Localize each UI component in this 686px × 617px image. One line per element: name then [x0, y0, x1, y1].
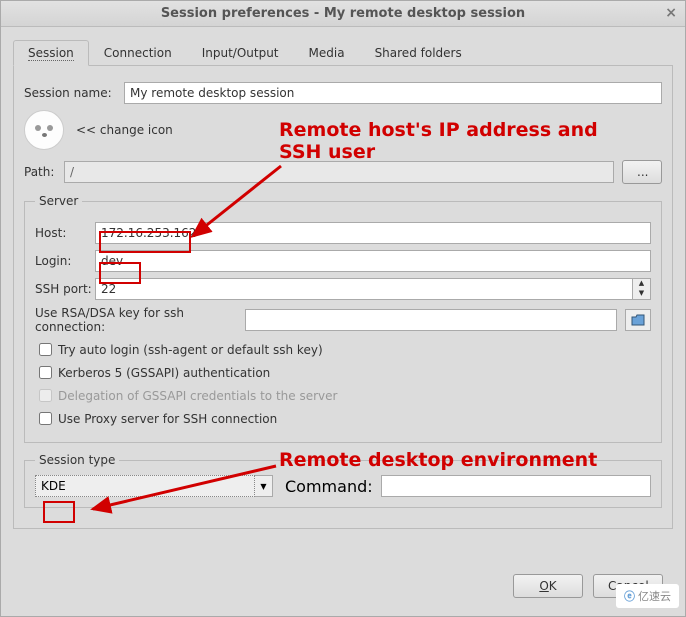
session-type-fieldset: Session type KDE ▼ Command: [24, 453, 662, 508]
watermark-logo-icon: ⓔ [624, 590, 635, 603]
ok-button[interactable]: OK [513, 574, 583, 598]
window-title: Session preferences - My remote desktop … [161, 6, 525, 21]
dialog-window: Session preferences - My remote desktop … [0, 0, 686, 617]
session-type-legend: Session type [35, 453, 119, 467]
sshport-down-icon[interactable]: ▼ [633, 289, 650, 299]
title-bar: Session preferences - My remote desktop … [1, 1, 685, 27]
login-label: Login: [35, 254, 95, 268]
rsa-label: Use RSA/DSA key for ssh connection: [35, 306, 245, 334]
sshport-label: SSH port: [35, 282, 95, 296]
server-fieldset: Server Host: Login: SSH port: ▲▼ [24, 194, 662, 443]
session-pane: Session name: << change icon Path: ... S… [13, 66, 673, 529]
cb-proxy-label: Use Proxy server for SSH connection [58, 412, 277, 426]
tab-connection[interactable]: Connection [89, 40, 187, 66]
path-browse-button[interactable]: ... [622, 160, 662, 184]
cb-kerberos[interactable] [39, 366, 52, 379]
cb-gssapi-delegation-label: Delegation of GSSAPI credentials to the … [58, 389, 337, 403]
login-input[interactable] [95, 250, 651, 272]
change-icon-link[interactable]: << change icon [76, 123, 173, 137]
session-name-label: Session name: [24, 86, 124, 100]
session-name-input[interactable] [124, 82, 662, 104]
session-icon[interactable] [24, 110, 64, 150]
tab-input-output[interactable]: Input/Output [187, 40, 294, 66]
server-legend: Server [35, 194, 82, 208]
sshport-spinner[interactable]: ▲▼ [95, 278, 651, 300]
path-input [64, 161, 614, 183]
watermark: ⓔ亿速云 [616, 584, 679, 608]
sshport-up-icon[interactable]: ▲ [633, 279, 650, 289]
session-type-combo[interactable]: KDE [35, 475, 255, 497]
command-input[interactable] [381, 475, 651, 497]
host-input[interactable] [95, 222, 651, 244]
session-type-dropdown-icon[interactable]: ▼ [255, 475, 273, 497]
cb-gssapi-delegation [39, 389, 52, 402]
host-label: Host: [35, 226, 95, 240]
cb-autologin-label: Try auto login (ssh-agent or default ssh… [58, 343, 323, 357]
content-area: Session Connection Input/Output Media Sh… [1, 27, 685, 541]
cb-proxy[interactable] [39, 412, 52, 425]
tab-bar: Session Connection Input/Output Media Sh… [13, 39, 673, 66]
tab-shared-folders[interactable]: Shared folders [360, 40, 477, 66]
cb-kerberos-label: Kerberos 5 (GSSAPI) authentication [58, 366, 270, 380]
path-label: Path: [24, 165, 64, 179]
cb-autologin[interactable] [39, 343, 52, 356]
folder-icon [631, 314, 645, 326]
tab-media[interactable]: Media [294, 40, 360, 66]
rsa-browse-button[interactable] [625, 309, 651, 331]
sshport-input[interactable] [95, 278, 633, 300]
close-icon[interactable]: × [665, 5, 677, 21]
tab-session[interactable]: Session [13, 40, 89, 66]
rsa-key-input[interactable] [245, 309, 617, 331]
command-label: Command: [285, 477, 373, 496]
